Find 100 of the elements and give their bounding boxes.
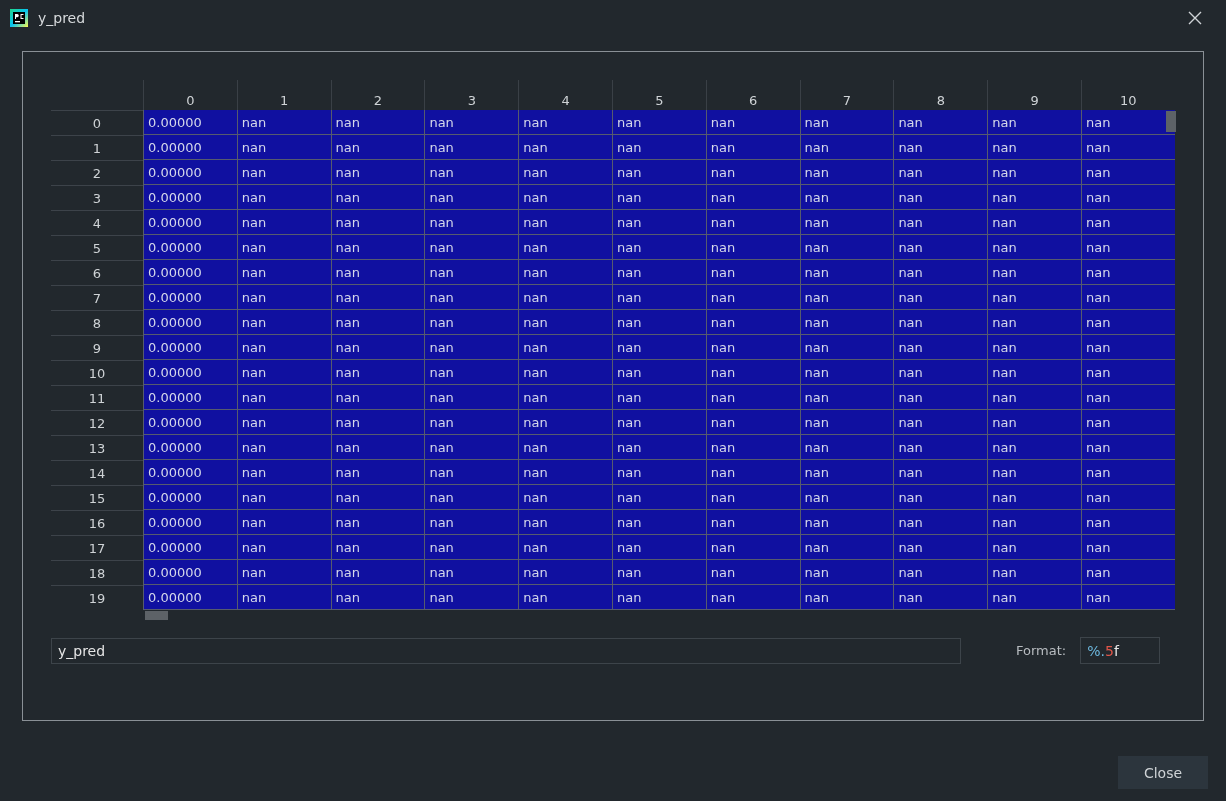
format-input-field[interactable]: %.5f <box>1080 637 1161 664</box>
table-cell: nan <box>518 185 612 210</box>
table-cell: nan <box>612 585 706 610</box>
table-cell: nan <box>705 235 800 260</box>
table-cell: nan <box>1080 485 1175 510</box>
table-cell: nan <box>987 535 1081 560</box>
table-cell: nan <box>705 335 800 360</box>
table-cell: nan <box>987 310 1081 335</box>
table-cell: nan <box>1080 385 1175 410</box>
table-cell: nan <box>236 385 331 410</box>
table-cell: 0.00000 <box>143 485 237 510</box>
table-cell: nan <box>987 360 1081 385</box>
table-cell: nan <box>705 485 800 510</box>
table-cell: nan <box>1080 160 1175 185</box>
table-cell: 0.00000 <box>143 210 237 235</box>
table-cell: nan <box>236 435 331 460</box>
table-cell: nan <box>424 385 519 410</box>
table-cell: nan <box>330 310 425 335</box>
table-cell: nan <box>424 410 519 435</box>
table-cell: nan <box>330 485 425 510</box>
table-cell: nan <box>1080 285 1175 310</box>
table-cell: nan <box>799 310 894 335</box>
table-cell: nan <box>330 235 425 260</box>
table-cell: nan <box>705 185 800 210</box>
table-cell: nan <box>705 310 800 335</box>
table-cell: nan <box>1080 310 1175 335</box>
table-cell: nan <box>612 185 706 210</box>
table-cell: 0.00000 <box>143 310 237 335</box>
table-cell: nan <box>518 435 612 460</box>
table-cell: nan <box>424 260 519 285</box>
table-cell: nan <box>1080 360 1175 385</box>
table-cell: nan <box>987 560 1081 585</box>
table-cell: nan <box>612 260 706 285</box>
table-cell: nan <box>330 160 425 185</box>
table-cell: nan <box>1080 210 1175 235</box>
table-cell: nan <box>799 185 894 210</box>
table-cell: nan <box>893 160 988 185</box>
table-cell: nan <box>1080 135 1175 160</box>
table-cell: nan <box>424 285 519 310</box>
name-input-field[interactable]: y_pred <box>51 637 961 664</box>
table-cell: 0.00000 <box>143 135 237 160</box>
horizontal-scrollbar-thumb[interactable] <box>145 611 168 620</box>
table-cell: nan <box>1080 410 1175 435</box>
table-cell: nan <box>893 560 988 585</box>
table-cell: nan <box>518 560 612 585</box>
table-cell: 0.00000 <box>143 535 237 560</box>
table-cell: nan <box>330 560 425 585</box>
app-logo-icon <box>10 9 28 27</box>
table-cell: nan <box>612 410 706 435</box>
table-cell: nan <box>236 185 331 210</box>
table-cell: nan <box>705 210 800 235</box>
table-cell: nan <box>518 135 612 160</box>
table-cell: nan <box>236 335 331 360</box>
table-cell: nan <box>893 260 988 285</box>
table-cell: nan <box>893 385 988 410</box>
table-cell: nan <box>330 335 425 360</box>
table-cell: nan <box>893 485 988 510</box>
table-cell: nan <box>518 310 612 335</box>
table-cell: nan <box>893 360 988 385</box>
close-icon[interactable] <box>1188 11 1202 25</box>
table-cell: nan <box>893 210 988 235</box>
table-cell: nan <box>987 385 1081 410</box>
table-cell: nan <box>330 360 425 385</box>
table-cell: nan <box>518 385 612 410</box>
vertical-scrollbar-thumb[interactable] <box>1166 111 1176 132</box>
table-cell: nan <box>987 185 1081 210</box>
table-cell: nan <box>424 360 519 385</box>
table-cell: nan <box>518 335 612 360</box>
table-cell: nan <box>705 510 800 535</box>
table-cell: nan <box>1080 535 1175 560</box>
table-cell: nan <box>799 585 894 610</box>
table-cell: nan <box>330 385 425 410</box>
table-cell: nan <box>612 385 706 410</box>
close-button[interactable]: Close <box>1118 756 1208 789</box>
table-cell: nan <box>518 110 612 135</box>
table-cell: nan <box>987 460 1081 485</box>
table-cell: nan <box>424 335 519 360</box>
table-cell: nan <box>705 260 800 285</box>
table-cell: 0.00000 <box>143 285 237 310</box>
table-cell: nan <box>799 160 894 185</box>
format-label: Format: <box>1016 643 1067 658</box>
table-cell: nan <box>893 460 988 485</box>
table-cell: nan <box>236 585 331 610</box>
table-cell: nan <box>1080 460 1175 485</box>
table-cell: nan <box>799 110 894 135</box>
table-cell: nan <box>612 510 706 535</box>
table-cell: nan <box>424 235 519 260</box>
table-cell: 0.00000 <box>143 585 237 610</box>
table-cell: nan <box>799 285 894 310</box>
table-cell: nan <box>893 510 988 535</box>
table-cell: nan <box>518 285 612 310</box>
table-cell: nan <box>518 235 612 260</box>
table-cell: nan <box>236 210 331 235</box>
table-cell: nan <box>799 260 894 285</box>
table-cell: nan <box>236 310 331 335</box>
table-cell: nan <box>893 185 988 210</box>
table-cell: nan <box>612 460 706 485</box>
table-cell: nan <box>987 260 1081 285</box>
table-cell: nan <box>893 535 988 560</box>
table-cell: nan <box>236 510 331 535</box>
